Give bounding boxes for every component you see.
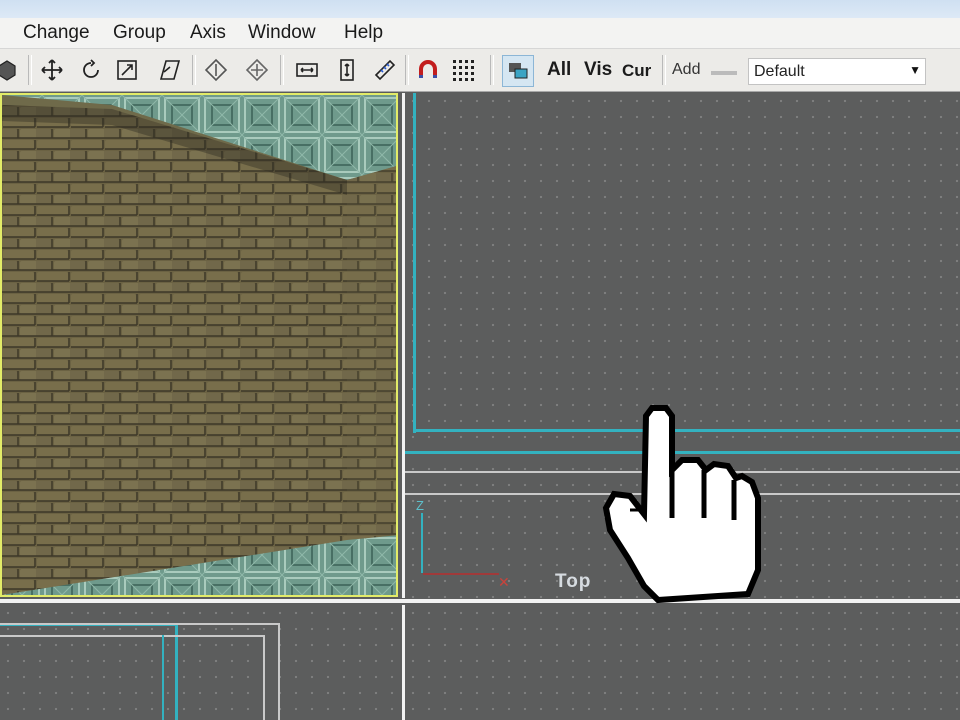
visgroup-icon[interactable] <box>502 55 534 87</box>
hand-pointer-cursor-icon <box>602 405 761 604</box>
toolbar-separator <box>280 55 284 85</box>
brush-outline <box>278 623 280 720</box>
rotate-icon[interactable] <box>76 55 106 85</box>
erase-icon[interactable] <box>201 55 231 85</box>
viewport-label-top[interactable]: Top <box>555 571 591 593</box>
vis-current-button[interactable]: Cur <box>622 61 651 81</box>
height-icon[interactable] <box>332 55 362 85</box>
menu-change[interactable]: Change <box>23 22 90 44</box>
toolbar-separator <box>662 55 666 85</box>
group-dropdown-value: Default <box>754 63 805 80</box>
toolbar: All Vis Cur Add Default ▼ <box>0 49 960 92</box>
viewport-bottom-left[interactable] <box>0 605 398 720</box>
axis-x-line <box>423 573 499 575</box>
move-icon[interactable] <box>37 55 67 85</box>
axis-z-line <box>421 513 423 573</box>
magnet-icon[interactable] <box>413 55 443 85</box>
add-button[interactable]: Add <box>672 61 700 79</box>
ruler-icon[interactable] <box>370 55 400 85</box>
brush-outline <box>263 635 265 720</box>
chevron-down-icon[interactable]: ▼ <box>909 63 921 77</box>
menu-bar: Change Group Axis Window Help <box>0 18 960 49</box>
title-bar <box>0 0 960 18</box>
brick-wall-render <box>2 95 396 595</box>
scale-icon[interactable] <box>112 55 142 85</box>
target-icon[interactable] <box>242 55 272 85</box>
vis-visible-button[interactable]: Vis <box>584 59 612 81</box>
width-icon[interactable] <box>292 55 322 85</box>
viewport-3d[interactable] <box>0 93 398 597</box>
toolbar-separator <box>192 55 196 85</box>
axis-z-label: Z <box>416 498 424 513</box>
toolbar-separator <box>490 55 494 85</box>
dash-icon <box>711 71 737 75</box>
brush-outline <box>0 623 280 625</box>
menu-axis[interactable]: Axis <box>190 22 226 44</box>
brush-outline <box>0 635 265 637</box>
viewport-splitter-hline <box>0 599 960 603</box>
toolbar-separator <box>405 55 409 85</box>
grid-icon[interactable] <box>448 55 478 85</box>
shape-icon[interactable] <box>0 55 22 85</box>
group-dropdown[interactable]: Default ▼ <box>748 58 926 85</box>
brush-outline <box>413 93 416 433</box>
toolbar-separator <box>28 55 32 85</box>
viewport-bottom-right[interactable] <box>405 605 960 720</box>
brush-outline <box>175 623 178 720</box>
menu-group[interactable]: Group <box>113 22 166 44</box>
brush-outline <box>162 635 164 720</box>
shear-icon[interactable] <box>155 55 185 85</box>
axis-x-marker-icon: ✕ <box>498 574 510 590</box>
menu-help[interactable]: Help <box>344 22 383 44</box>
vis-all-button[interactable]: All <box>547 59 571 81</box>
menu-window[interactable]: Window <box>248 22 316 44</box>
